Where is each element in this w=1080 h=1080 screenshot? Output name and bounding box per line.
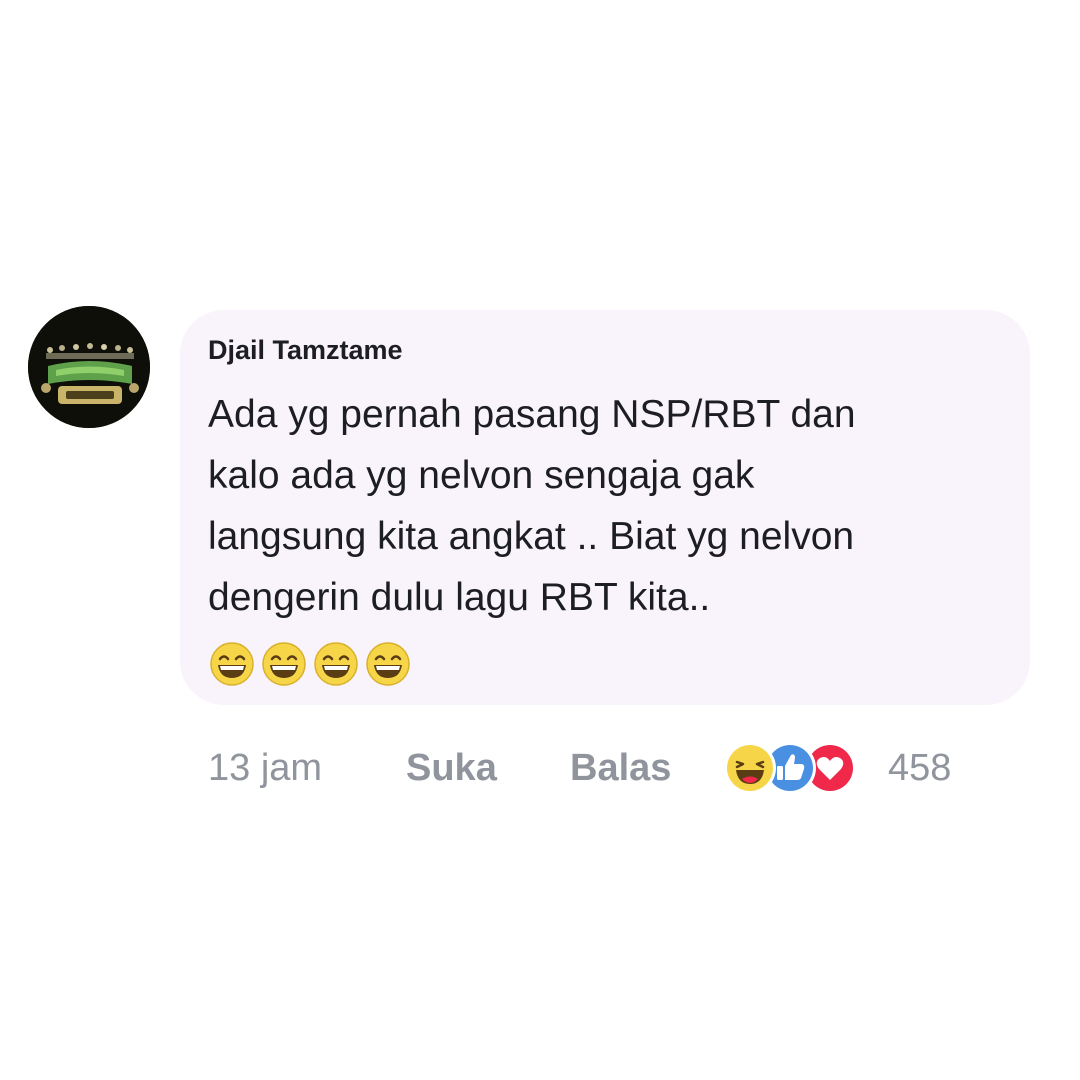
laughing-emoji [208, 640, 256, 688]
comment-text-line: Ada yg pernah pasang NSP/RBT dan [208, 393, 856, 436]
reaction-count[interactable]: 458 [888, 738, 951, 798]
emoji-row [208, 640, 412, 688]
laughing-emoji [364, 640, 412, 688]
like-button[interactable]: Suka [406, 738, 497, 798]
reply-button[interactable]: Balas [570, 738, 671, 798]
reaction-summary[interactable] [722, 740, 864, 796]
comment-text-line: dengerin dulu lagu RBT kita.. [208, 576, 711, 619]
comment-text: Ada yg pernah pasang NSP/RBT dan kalo ad… [208, 384, 1008, 628]
laughing-emoji [260, 640, 308, 688]
laughing-emoji [312, 640, 360, 688]
comment-text-line: langsung kita angkat .. Biat yg nelvon [208, 515, 855, 558]
comment-text-line: kalo ada yg nelvon sengaja gak [208, 454, 755, 497]
comment-author[interactable]: Djail Tamztame [208, 335, 403, 366]
avatar-image [28, 306, 150, 428]
avatar[interactable] [28, 306, 150, 428]
comment-timestamp[interactable]: 13 jam [208, 738, 322, 798]
haha-reaction-icon [722, 740, 778, 796]
